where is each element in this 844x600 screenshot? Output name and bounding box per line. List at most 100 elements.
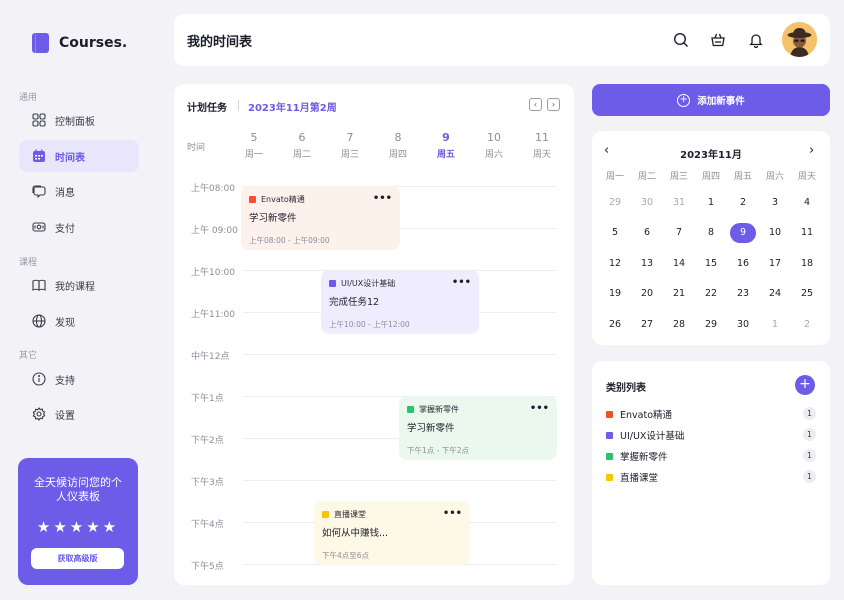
sidebar-item-messages[interactable]: 消息 (19, 175, 139, 207)
event-time: 下午4点至6点 (322, 551, 370, 560)
sidebar-item-discover[interactable]: 发现 (19, 305, 139, 337)
calendar-day-selected[interactable]: 9 (727, 222, 759, 243)
plus-circle-icon: + (677, 93, 691, 107)
calendar-day[interactable]: 2 (791, 319, 823, 330)
calendar-day[interactable]: 30 (631, 197, 663, 208)
calendar-day[interactable]: 29 (599, 197, 631, 208)
sidebar-item-payment[interactable]: 支付 (19, 211, 139, 243)
time-label: 上午08:00 (191, 184, 235, 194)
event-card[interactable]: UI/UX设计基础 ••• 完成任务12 上午10:00 - 上午12:00 (321, 270, 479, 334)
day-column-header[interactable]: 11 周天 (527, 131, 557, 160)
calendar-day[interactable]: 18 (791, 258, 823, 269)
day-column-header[interactable]: 10 周六 (479, 131, 509, 160)
calendar-day[interactable]: 5 (599, 227, 631, 238)
sidebar-item-dashboard[interactable]: 控制面板 (19, 104, 139, 136)
calendar-day[interactable]: 23 (727, 288, 759, 299)
calendar-day[interactable]: 31 (663, 197, 695, 208)
calendar-day[interactable]: 13 (631, 258, 663, 269)
page-title: 我的时间表 (187, 35, 253, 50)
category-label: 直播课堂 (620, 473, 659, 484)
calendar-grid: 周一 周二 周三 周四 周五 周六 周天 29 30 31 1 2 3 4 5 … (599, 168, 823, 340)
sidebar-item-label: 设置 (55, 410, 75, 422)
calendar-day[interactable]: 30 (727, 319, 759, 330)
day-name: 周二 (292, 150, 311, 160)
calendar-day[interactable]: 6 (631, 227, 663, 238)
day-column-header-active[interactable]: 9 周五 (431, 131, 461, 160)
calendar-day[interactable]: 25 (791, 288, 823, 299)
category-label: UI/UX设计基础 (620, 431, 685, 442)
calendar-day[interactable]: 7 (663, 227, 695, 238)
basket-icon[interactable] (710, 32, 726, 48)
calendar-day[interactable]: 17 (759, 258, 791, 269)
avatar[interactable] (782, 22, 817, 57)
calendar-day[interactable]: 10 (759, 227, 791, 238)
time-label: 下午4点 (191, 520, 224, 530)
more-options-icon[interactable]: ••• (530, 403, 549, 414)
day-number: 5 (250, 131, 258, 144)
calendar-day[interactable]: 22 (695, 288, 727, 299)
category-count-badge: 1 (803, 407, 816, 420)
day-number: 9 (442, 131, 450, 144)
day-column-header[interactable]: 5 周一 (239, 131, 269, 160)
event-card[interactable]: 直播课堂 ••• 如何从中赚钱... 下午4点至6点 (314, 501, 470, 565)
event-card[interactable]: Envato精通 ••• 学习新零件 上午08:00 - 上午09:00 (241, 186, 400, 250)
calendar-day[interactable]: 8 (695, 227, 727, 238)
next-month-button[interactable]: › (809, 143, 814, 158)
more-options-icon[interactable]: ••• (443, 508, 462, 519)
weekday-label: 周一 (605, 171, 624, 182)
weekday-label: 周六 (765, 171, 784, 182)
calendar-day[interactable]: 28 (663, 319, 695, 330)
calendar-day[interactable]: 12 (599, 258, 631, 269)
category-item[interactable]: Envato精通 1 (606, 407, 816, 421)
calendar-day[interactable]: 24 (759, 288, 791, 299)
brand[interactable]: Courses. (32, 33, 127, 53)
calendar-day[interactable]: 26 (599, 319, 631, 330)
category-item[interactable]: 直播课堂 1 (606, 470, 816, 484)
sidebar-item-my-courses[interactable]: 我的课程 (19, 269, 139, 301)
category-item[interactable]: UI/UX设计基础 1 (606, 428, 816, 442)
day-column-header[interactable]: 8 周四 (383, 131, 413, 160)
calendar-day[interactable]: 15 (695, 258, 727, 269)
calendar-day[interactable]: 27 (631, 319, 663, 330)
calendar-day[interactable]: 16 (727, 258, 759, 269)
category-item[interactable]: 掌握新零件 1 (606, 449, 816, 463)
calendar-day[interactable]: 4 (791, 197, 823, 208)
add-category-button[interactable]: + (795, 375, 815, 395)
add-event-button[interactable]: + 添加新事件 (592, 84, 830, 116)
prev-week-button[interactable]: ‹ (529, 98, 542, 111)
day-column-header[interactable]: 7 周三 (335, 131, 365, 160)
calendar-day[interactable]: 11 (791, 227, 823, 238)
calendar-day[interactable]: 1 (759, 319, 791, 330)
calendar-day[interactable]: 1 (695, 197, 727, 208)
calendar-day[interactable]: 21 (663, 288, 695, 299)
promo-title: 全天候访问您的个人仪表板 (34, 476, 122, 503)
day-name: 周天 (532, 150, 551, 160)
category-dot (606, 473, 613, 481)
calendar-day[interactable]: 29 (695, 319, 727, 330)
next-week-button[interactable]: › (547, 98, 560, 111)
calendar-day[interactable]: 3 (759, 197, 791, 208)
section-label-other: 其它 (19, 351, 38, 361)
day-name: 周四 (388, 150, 407, 160)
event-card[interactable]: 掌握新零件 ••• 学习新零件 下午1点 - 下午2点 (399, 396, 557, 460)
search-icon[interactable] (673, 32, 689, 48)
day-number: 6 (298, 131, 306, 144)
get-premium-button[interactable]: 获取高级版 (31, 548, 124, 569)
event-title: 学习新零件 (249, 213, 297, 224)
more-options-icon[interactable]: ••• (373, 193, 392, 204)
sidebar-item-support[interactable]: 支持 (19, 363, 139, 395)
header: 我的时间表 (174, 14, 830, 66)
more-options-icon[interactable]: ••• (452, 277, 471, 288)
calendar-day[interactable]: 14 (663, 258, 695, 269)
calendar-day[interactable]: 19 (599, 288, 631, 299)
sidebar-item-schedule[interactable]: 时间表 (19, 140, 139, 172)
category-dot (606, 452, 613, 460)
user-portrait-icon (782, 22, 817, 57)
calendar-day[interactable]: 20 (631, 288, 663, 299)
premium-promo-card: 全天候访问您的个人仪表板 ★★★★★ 获取高级版 (18, 458, 138, 585)
calendar-day[interactable]: 2 (727, 197, 759, 208)
schedule-panel: 计划任务 2023年11月第2周 ‹ › 时间 5 周一 6 周二 7 周三 8 周四 … (174, 84, 574, 585)
day-column-header[interactable]: 6 周二 (287, 131, 317, 160)
bell-icon[interactable] (748, 32, 764, 48)
sidebar-item-settings[interactable]: 设置 (19, 398, 139, 430)
